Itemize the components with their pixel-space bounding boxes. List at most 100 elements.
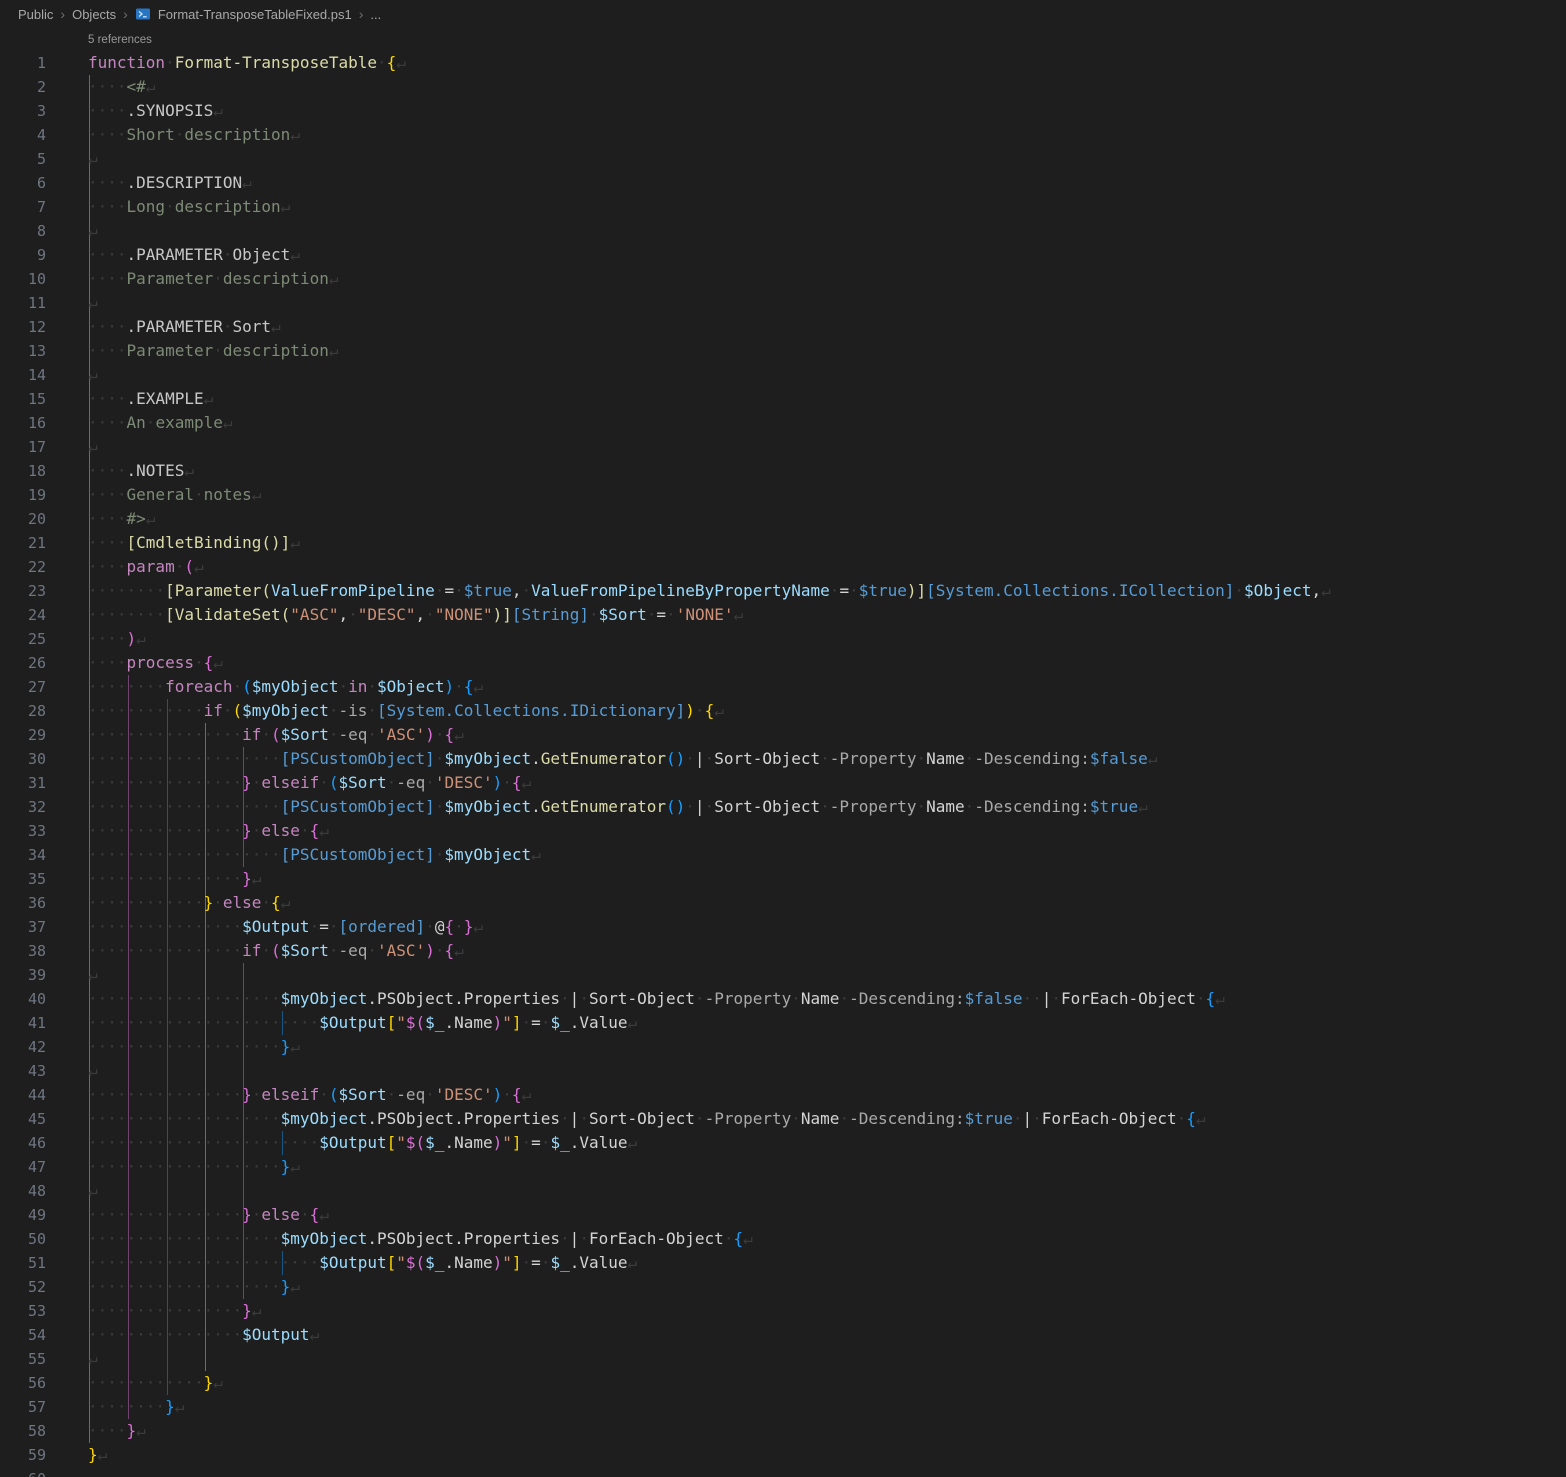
code-line[interactable]: 22····param·(↵ bbox=[0, 555, 1566, 579]
code-line[interactable]: 20····#>↵ bbox=[0, 507, 1566, 531]
code-line[interactable]: 35················}↵ bbox=[0, 867, 1566, 891]
code-line[interactable]: 10····Parameter·description↵ bbox=[0, 267, 1566, 291]
code-line[interactable]: 15····.EXAMPLE↵ bbox=[0, 387, 1566, 411]
code-line[interactable]: 51························$Output["$($_.… bbox=[0, 1251, 1566, 1275]
line-number[interactable]: 16 bbox=[0, 411, 62, 435]
line-number[interactable]: 28 bbox=[0, 699, 62, 723]
line-number[interactable]: 11 bbox=[0, 291, 62, 315]
code-line[interactable]: 44················}·elseif·($Sort·-eq·'D… bbox=[0, 1083, 1566, 1107]
code-line[interactable]: 33················}·else·{↵ bbox=[0, 819, 1566, 843]
code-line[interactable]: 39↵ bbox=[0, 963, 1566, 987]
line-number[interactable]: 5 bbox=[0, 147, 62, 171]
line-number[interactable]: 55 bbox=[0, 1347, 62, 1371]
breadcrumb-item-public[interactable]: Public bbox=[18, 7, 53, 22]
code-line[interactable]: 58····}↵ bbox=[0, 1419, 1566, 1443]
code-line[interactable]: 29················if·($Sort·-eq·'ASC')·{… bbox=[0, 723, 1566, 747]
line-number[interactable]: 22 bbox=[0, 555, 62, 579]
code-line[interactable]: 59}↵ bbox=[0, 1443, 1566, 1467]
line-number[interactable]: 17 bbox=[0, 435, 62, 459]
line-number[interactable]: 29 bbox=[0, 723, 62, 747]
breadcrumb-item-objects[interactable]: Objects bbox=[72, 7, 116, 22]
line-number[interactable]: 44 bbox=[0, 1083, 62, 1107]
code-line[interactable]: 7····Long·description↵ bbox=[0, 195, 1566, 219]
code-line[interactable]: 54················$Output↵ bbox=[0, 1323, 1566, 1347]
code-line[interactable]: 31················}·elseif·($Sort·-eq·'D… bbox=[0, 771, 1566, 795]
line-number[interactable]: 3 bbox=[0, 99, 62, 123]
line-number[interactable]: 6 bbox=[0, 171, 62, 195]
line-number[interactable]: 9 bbox=[0, 243, 62, 267]
code-line[interactable]: 32····················[PSCustomObject]·$… bbox=[0, 795, 1566, 819]
code-line[interactable]: 40····················$myObject.PSObject… bbox=[0, 987, 1566, 1011]
line-number[interactable]: 58 bbox=[0, 1419, 62, 1443]
code-line[interactable]: 49················}·else·{↵ bbox=[0, 1203, 1566, 1227]
code-line[interactable]: 34····················[PSCustomObject]·$… bbox=[0, 843, 1566, 867]
line-number[interactable]: 26 bbox=[0, 651, 62, 675]
line-number[interactable]: 7 bbox=[0, 195, 62, 219]
line-number[interactable]: 59 bbox=[0, 1443, 62, 1467]
code-line[interactable]: 17↵ bbox=[0, 435, 1566, 459]
line-number[interactable]: 51 bbox=[0, 1251, 62, 1275]
code-line[interactable]: 1function·Format-TransposeTable·{↵ bbox=[0, 51, 1566, 75]
code-line[interactable]: 21····[CmdletBinding()]↵ bbox=[0, 531, 1566, 555]
codelens-references-link[interactable]: 5 references bbox=[88, 34, 152, 46]
line-number[interactable]: 40 bbox=[0, 987, 62, 1011]
line-number[interactable]: 41 bbox=[0, 1011, 62, 1035]
line-number[interactable]: 42 bbox=[0, 1035, 62, 1059]
line-number[interactable]: 19 bbox=[0, 483, 62, 507]
code-line[interactable]: 55↵ bbox=[0, 1347, 1566, 1371]
code-line[interactable]: 28············if·($myObject·-is·[System.… bbox=[0, 699, 1566, 723]
line-number[interactable]: 53 bbox=[0, 1299, 62, 1323]
code-line[interactable]: 46························$Output["$($_.… bbox=[0, 1131, 1566, 1155]
line-number[interactable]: 48 bbox=[0, 1179, 62, 1203]
line-number[interactable]: 37 bbox=[0, 915, 62, 939]
code-line[interactable]: 56············}↵ bbox=[0, 1371, 1566, 1395]
line-number[interactable]: 49 bbox=[0, 1203, 62, 1227]
code-line[interactable]: 11↵ bbox=[0, 291, 1566, 315]
code-line[interactable]: 45····················$myObject.PSObject… bbox=[0, 1107, 1566, 1131]
line-number[interactable]: 4 bbox=[0, 123, 62, 147]
line-number[interactable]: 52 bbox=[0, 1275, 62, 1299]
line-number[interactable]: 12 bbox=[0, 315, 62, 339]
code-line[interactable]: 36············}·else·{↵ bbox=[0, 891, 1566, 915]
line-number[interactable]: 38 bbox=[0, 939, 62, 963]
line-number[interactable]: 23 bbox=[0, 579, 62, 603]
code-line[interactable]: 4····Short·description↵ bbox=[0, 123, 1566, 147]
code-line[interactable]: 53················}↵ bbox=[0, 1299, 1566, 1323]
line-number[interactable]: 13 bbox=[0, 339, 62, 363]
line-number[interactable]: 20 bbox=[0, 507, 62, 531]
code-line[interactable]: 47····················}↵ bbox=[0, 1155, 1566, 1179]
code-line[interactable]: 38················if·($Sort·-eq·'ASC')·{… bbox=[0, 939, 1566, 963]
line-number[interactable]: 25 bbox=[0, 627, 62, 651]
line-number[interactable]: 56 bbox=[0, 1371, 62, 1395]
code-line[interactable]: 5↵ bbox=[0, 147, 1566, 171]
code-line[interactable]: 23········[Parameter(ValueFromPipeline·=… bbox=[0, 579, 1566, 603]
code-line[interactable]: 57········}↵ bbox=[0, 1395, 1566, 1419]
line-number[interactable]: 8 bbox=[0, 219, 62, 243]
line-number[interactable]: 24 bbox=[0, 603, 62, 627]
line-number[interactable]: 31 bbox=[0, 771, 62, 795]
code-line[interactable]: 52····················}↵ bbox=[0, 1275, 1566, 1299]
breadcrumb-item-file[interactable]: Format-TransposeTableFixed.ps1 bbox=[158, 7, 352, 22]
line-number[interactable]: 46 bbox=[0, 1131, 62, 1155]
line-number[interactable]: 57 bbox=[0, 1395, 62, 1419]
code-line[interactable]: 9····.PARAMETER·Object↵ bbox=[0, 243, 1566, 267]
code-line[interactable]: 3····.SYNOPSIS↵ bbox=[0, 99, 1566, 123]
code-line[interactable]: 24········[ValidateSet("ASC",·"DESC",·"N… bbox=[0, 603, 1566, 627]
code-line[interactable]: 8↵ bbox=[0, 219, 1566, 243]
line-number[interactable]: 21 bbox=[0, 531, 62, 555]
code-line[interactable]: 16····An·example↵ bbox=[0, 411, 1566, 435]
code-line[interactable]: 30····················[PSCustomObject]·$… bbox=[0, 747, 1566, 771]
line-number[interactable]: 50 bbox=[0, 1227, 62, 1251]
line-number[interactable]: 43 bbox=[0, 1059, 62, 1083]
code-line[interactable]: 26····process·{↵ bbox=[0, 651, 1566, 675]
line-number[interactable]: 14 bbox=[0, 363, 62, 387]
line-number[interactable]: 39 bbox=[0, 963, 62, 987]
code-line[interactable]: 6····.DESCRIPTION↵ bbox=[0, 171, 1566, 195]
code-line[interactable]: 50····················$myObject.PSObject… bbox=[0, 1227, 1566, 1251]
breadcrumb-overflow[interactable]: ... bbox=[370, 7, 381, 22]
line-number[interactable]: 33 bbox=[0, 819, 62, 843]
code-line[interactable]: 19····General·notes↵ bbox=[0, 483, 1566, 507]
line-number[interactable]: 34 bbox=[0, 843, 62, 867]
code-line[interactable]: 60↵ bbox=[0, 1467, 1566, 1477]
line-number[interactable]: 1 bbox=[0, 51, 62, 75]
